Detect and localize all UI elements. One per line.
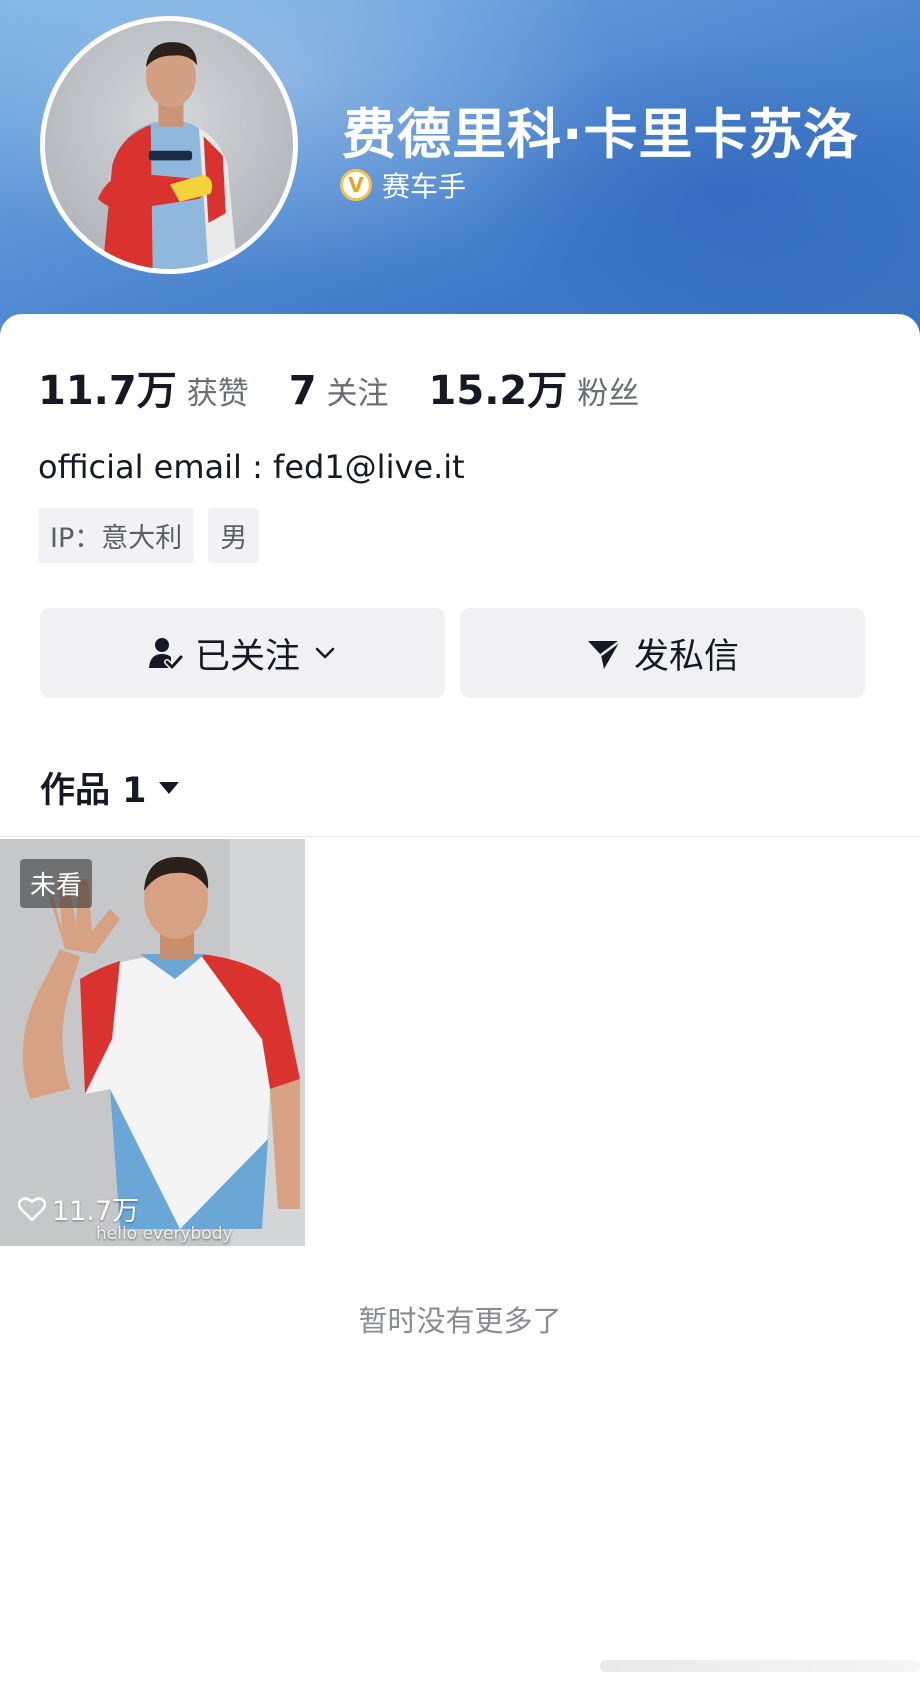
video-likes-count: 11.7万 xyxy=(52,1196,140,1227)
stat-followers-value: 15.2万 xyxy=(428,368,568,414)
gender-tag: 男 xyxy=(208,508,260,563)
caret-down-icon xyxy=(158,781,179,794)
unwatched-badge: 未看 xyxy=(20,859,93,908)
ip-location-tag: IP：意大利 xyxy=(38,508,195,563)
heart-icon xyxy=(18,1196,46,1221)
stat-likes-label: 获赞 xyxy=(186,376,249,412)
stats-row: 11.7万 获赞 7 关注 15.2万 粉丝 xyxy=(38,358,679,416)
following-button[interactable]: 已关注 xyxy=(40,608,445,698)
video-caption: hello everybody xyxy=(96,1224,233,1244)
verified-title: V 赛车手 xyxy=(340,165,466,205)
verified-title-label: 赛车手 xyxy=(382,170,467,203)
send-message-button[interactable]: 发私信 xyxy=(460,608,865,698)
profile-card: 11.7万 获赞 7 关注 15.2万 粉丝 official email : … xyxy=(0,314,920,1700)
stat-following-label: 关注 xyxy=(326,376,389,412)
user-check-icon xyxy=(148,638,183,671)
video-thumbnail[interactable]: 未看 11.7万 hello everybody xyxy=(0,839,305,1246)
no-more-content-text: 暂时没有更多了 xyxy=(358,1304,562,1338)
stat-likes[interactable]: 11.7万 获赞 xyxy=(38,358,249,416)
home-indicator[interactable] xyxy=(600,1660,920,1672)
send-message-label: 发私信 xyxy=(633,636,739,677)
verified-badge-icon: V xyxy=(340,169,372,201)
following-button-label: 已关注 xyxy=(194,636,300,677)
chevron-down-icon xyxy=(315,647,335,659)
action-buttons: 已关注 发私信 xyxy=(40,608,865,698)
stat-followers[interactable]: 15.2万 粉丝 xyxy=(429,358,640,416)
works-divider xyxy=(0,836,920,837)
paper-plane-icon xyxy=(587,639,621,669)
profile-name: 费德里科·卡里卡苏洛 xyxy=(342,103,859,166)
stat-following[interactable]: 7 关注 xyxy=(289,368,389,414)
video-likes: 11.7万 xyxy=(18,1189,139,1228)
profile-page: 费德里科·卡里卡苏洛 V 赛车手 11.7万 获赞 7 关注 15.2万 粉丝 … xyxy=(0,0,920,1700)
profile-banner: 费德里科·卡里卡苏洛 V 赛车手 xyxy=(0,0,920,340)
stat-following-value: 7 xyxy=(288,368,317,414)
works-tab[interactable]: 作品 1 xyxy=(40,762,181,813)
avatar[interactable] xyxy=(40,16,298,274)
stat-followers-label: 粉丝 xyxy=(577,376,640,412)
works-tab-label: 作品 1 xyxy=(40,771,147,811)
profile-tags: IP：意大利 男 xyxy=(38,508,260,563)
bio-text: official email : fed1@live.it xyxy=(38,448,465,486)
stat-likes-value: 11.7万 xyxy=(38,368,177,414)
avatar-image xyxy=(97,42,238,269)
